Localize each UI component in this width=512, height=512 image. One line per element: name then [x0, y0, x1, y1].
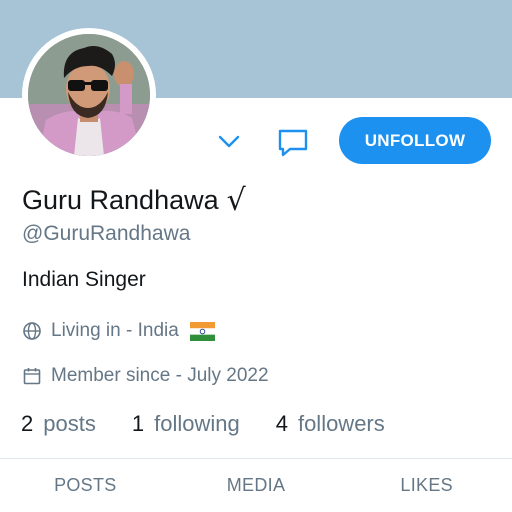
posts-count: 2	[21, 411, 34, 436]
tab-media[interactable]: MEDIA	[171, 459, 342, 512]
india-flag-icon	[189, 321, 215, 341]
tab-likes[interactable]: LIKES	[341, 459, 512, 512]
profile-name-row: Guru Randhawa √	[22, 180, 246, 220]
profile-handle: @GuruRandhawa	[22, 222, 191, 245]
followers-label: followers	[297, 411, 385, 436]
message-button[interactable]	[274, 124, 312, 162]
profile-bio: Indian Singer	[22, 268, 146, 291]
posts-label: posts	[43, 411, 96, 436]
joined-text: Member since - July 2022	[51, 365, 269, 386]
avatar[interactable]	[22, 28, 156, 162]
followers-count: 4	[275, 411, 288, 436]
profile-tabs: POSTS MEDIA LIKES	[0, 459, 512, 512]
verified-mark: √	[226, 182, 246, 218]
joined-row: Member since - July 2022	[22, 363, 269, 389]
avatar-photo	[28, 34, 150, 156]
following-label: following	[154, 411, 240, 436]
message-icon	[278, 129, 308, 157]
globe-icon	[22, 321, 42, 341]
calendar-icon	[22, 366, 42, 386]
followers-stat[interactable]: 4 followers	[276, 411, 385, 437]
tab-posts[interactable]: POSTS	[0, 459, 171, 512]
following-count: 1	[131, 411, 145, 436]
more-options-button[interactable]	[212, 125, 246, 159]
profile-page: UNFOLLOW Guru Randhawa √ @GuruRandhawa I…	[0, 0, 512, 512]
following-stat[interactable]: 1 following	[132, 411, 240, 437]
chevron-down-icon	[218, 135, 240, 148]
profile-stats: 2 posts 1 following 4 followers	[21, 409, 385, 439]
location-text: Living in - India	[51, 320, 179, 341]
profile-name: Guru Randhawa	[22, 184, 219, 215]
unfollow-button[interactable]: UNFOLLOW	[339, 117, 491, 164]
posts-stat[interactable]: 2 posts	[21, 411, 96, 437]
location-row: Living in - India	[22, 318, 215, 344]
